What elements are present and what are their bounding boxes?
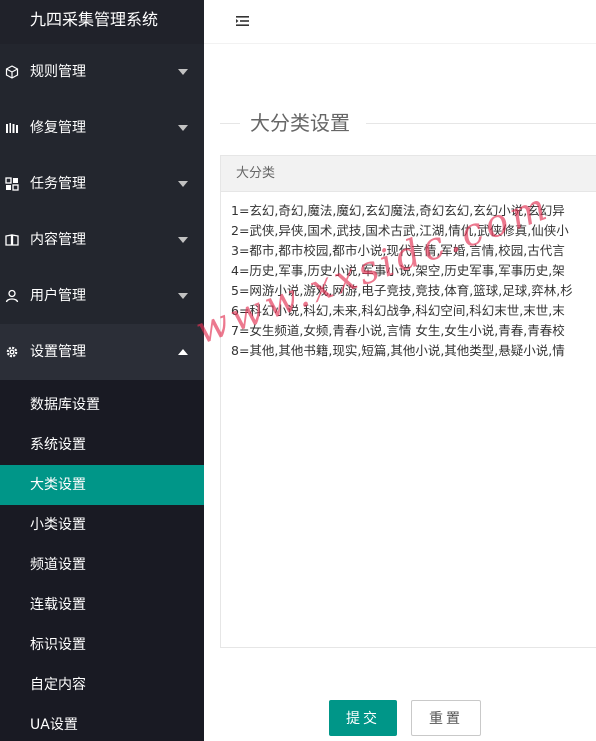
nav-label: 修复管理 — [30, 120, 86, 136]
submenu-item-minor-category[interactable]: 小类设置 — [0, 505, 204, 545]
tasks-icon — [5, 177, 19, 191]
nav-item-users[interactable]: 用户管理 — [0, 268, 204, 324]
nav-item-settings[interactable]: 设置管理 — [0, 324, 204, 380]
book-icon — [5, 234, 19, 246]
page-title: 大分类设置 — [250, 111, 350, 135]
nav-item-rules[interactable]: 规则管理 — [0, 44, 204, 100]
chevron-up-icon — [178, 349, 188, 355]
submenu-item-marker[interactable]: 标识设置 — [0, 625, 204, 665]
submenu-item-database[interactable]: 数据库设置 — [0, 385, 204, 425]
submenu-item-serial[interactable]: 连载设置 — [0, 585, 204, 625]
submenu-item-ua[interactable]: UA设置 — [0, 705, 204, 741]
submenu-item-major-category[interactable]: 大类设置 — [0, 465, 204, 505]
user-icon — [5, 289, 19, 303]
main-content: 大分类设置 大分类 提交 重置 — [204, 0, 596, 741]
gear-icon — [6, 346, 18, 358]
nav-label: 内容管理 — [30, 232, 86, 248]
nav-label: 用户管理 — [30, 288, 86, 304]
chevron-down-icon — [178, 125, 188, 131]
submenu-item-channel[interactable]: 频道设置 — [0, 545, 204, 585]
nav-label: 设置管理 — [30, 344, 86, 360]
sidebar: 九四采集管理系统 规则管理 修复管理 任务管理 内容管理 用户管理 设置管理 数… — [0, 0, 204, 741]
cube-icon — [5, 65, 19, 79]
divider — [220, 123, 240, 124]
nav-label: 规则管理 — [30, 64, 86, 80]
settings-submenu: 数据库设置 系统设置 大类设置 小类设置 频道设置 连载设置 标识设置 自定内容… — [0, 380, 204, 741]
menu-fold-icon[interactable] — [235, 13, 251, 29]
nav-label: 任务管理 — [30, 176, 86, 192]
nav-item-repair[interactable]: 修复管理 — [0, 100, 204, 156]
submit-button[interactable]: 提交 — [329, 700, 397, 736]
chevron-down-icon — [178, 293, 188, 299]
nav-item-tasks[interactable]: 任务管理 — [0, 156, 204, 212]
submenu-item-custom-content[interactable]: 自定内容 — [0, 665, 204, 705]
chevron-down-icon — [178, 181, 188, 187]
submenu-item-system[interactable]: 系统设置 — [0, 425, 204, 465]
nav-item-content[interactable]: 内容管理 — [0, 212, 204, 268]
section-title-row: 大分类设置 — [220, 108, 596, 138]
chevron-down-icon — [178, 237, 188, 243]
divider — [366, 123, 596, 124]
topbar — [204, 0, 596, 44]
chevron-down-icon — [178, 69, 188, 75]
app-title: 九四采集管理系统 — [0, 0, 204, 44]
reset-button[interactable]: 重置 — [411, 700, 481, 736]
category-mapping-textarea[interactable] — [221, 192, 596, 647]
card-header: 大分类 — [221, 156, 596, 192]
wrench-icon — [6, 123, 18, 133]
category-card: 大分类 — [220, 155, 596, 648]
